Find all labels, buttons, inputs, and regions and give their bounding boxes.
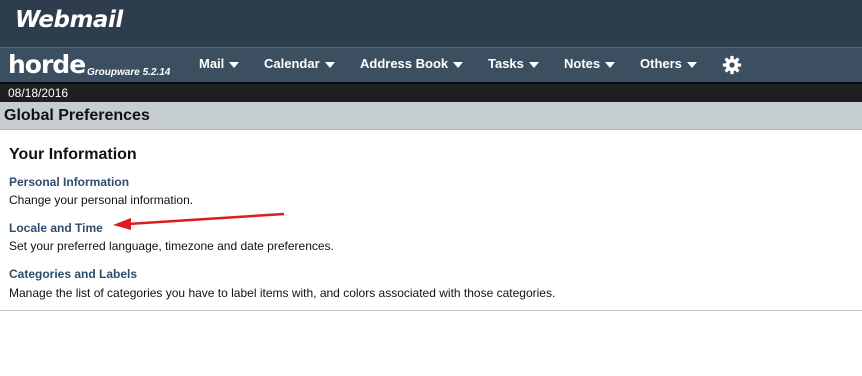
categories-and-labels-link[interactable]: Categories and Labels — [9, 267, 137, 281]
menu-tasks[interactable]: Tasks — [488, 56, 539, 71]
date-bar: 08/18/2016 — [0, 82, 862, 102]
arrow-shaft — [127, 212, 285, 226]
chevron-down-icon — [324, 61, 335, 68]
page-title-bar: Global Preferences — [0, 102, 862, 130]
menu-notes[interactable]: Notes — [564, 56, 616, 71]
menu-label: Notes — [564, 56, 601, 71]
menu-others[interactable]: Others — [640, 56, 697, 71]
chevron-down-icon — [453, 61, 464, 68]
categories-and-labels-description: Manage the list of categories you have t… — [9, 286, 556, 300]
chevron-down-icon — [229, 61, 240, 68]
menu-address-book[interactable]: Address Book — [360, 56, 464, 71]
chevron-down-icon — [528, 61, 539, 68]
locale-and-time-description: Set your preferred language, timezone an… — [9, 239, 334, 253]
group-heading: Your Information — [9, 146, 137, 163]
main-menu-bar: horde Groupware 5.2.14 Mail Calendar Add… — [0, 47, 862, 82]
menu-mail[interactable]: Mail — [199, 56, 240, 71]
menu-label: Address Book — [360, 56, 449, 71]
menu-calendar[interactable]: Calendar — [264, 56, 335, 71]
menu-label: Calendar — [264, 56, 320, 71]
horde-logo[interactable]: horde — [8, 51, 86, 79]
chevron-down-icon — [686, 61, 697, 68]
chevron-down-icon — [605, 61, 616, 68]
locale-and-time-link[interactable]: Locale and Time — [9, 221, 103, 235]
version-label: Groupware 5.2.14 — [87, 67, 171, 78]
divider — [0, 310, 862, 311]
personal-information-link[interactable]: Personal Information — [9, 175, 129, 189]
webmail-logo: Webmail — [15, 7, 123, 33]
menu-label: Tasks — [488, 56, 524, 71]
arrow-head — [113, 218, 131, 230]
current-date: 08/18/2016 — [8, 86, 69, 100]
gear-icon[interactable] — [722, 55, 742, 75]
personal-information-description: Change your personal information. — [9, 193, 194, 207]
menu-label: Mail — [199, 56, 225, 71]
top-header: Webmail — [0, 0, 862, 47]
page-title: Global Preferences — [4, 107, 150, 124]
menu-label: Others — [640, 56, 682, 71]
